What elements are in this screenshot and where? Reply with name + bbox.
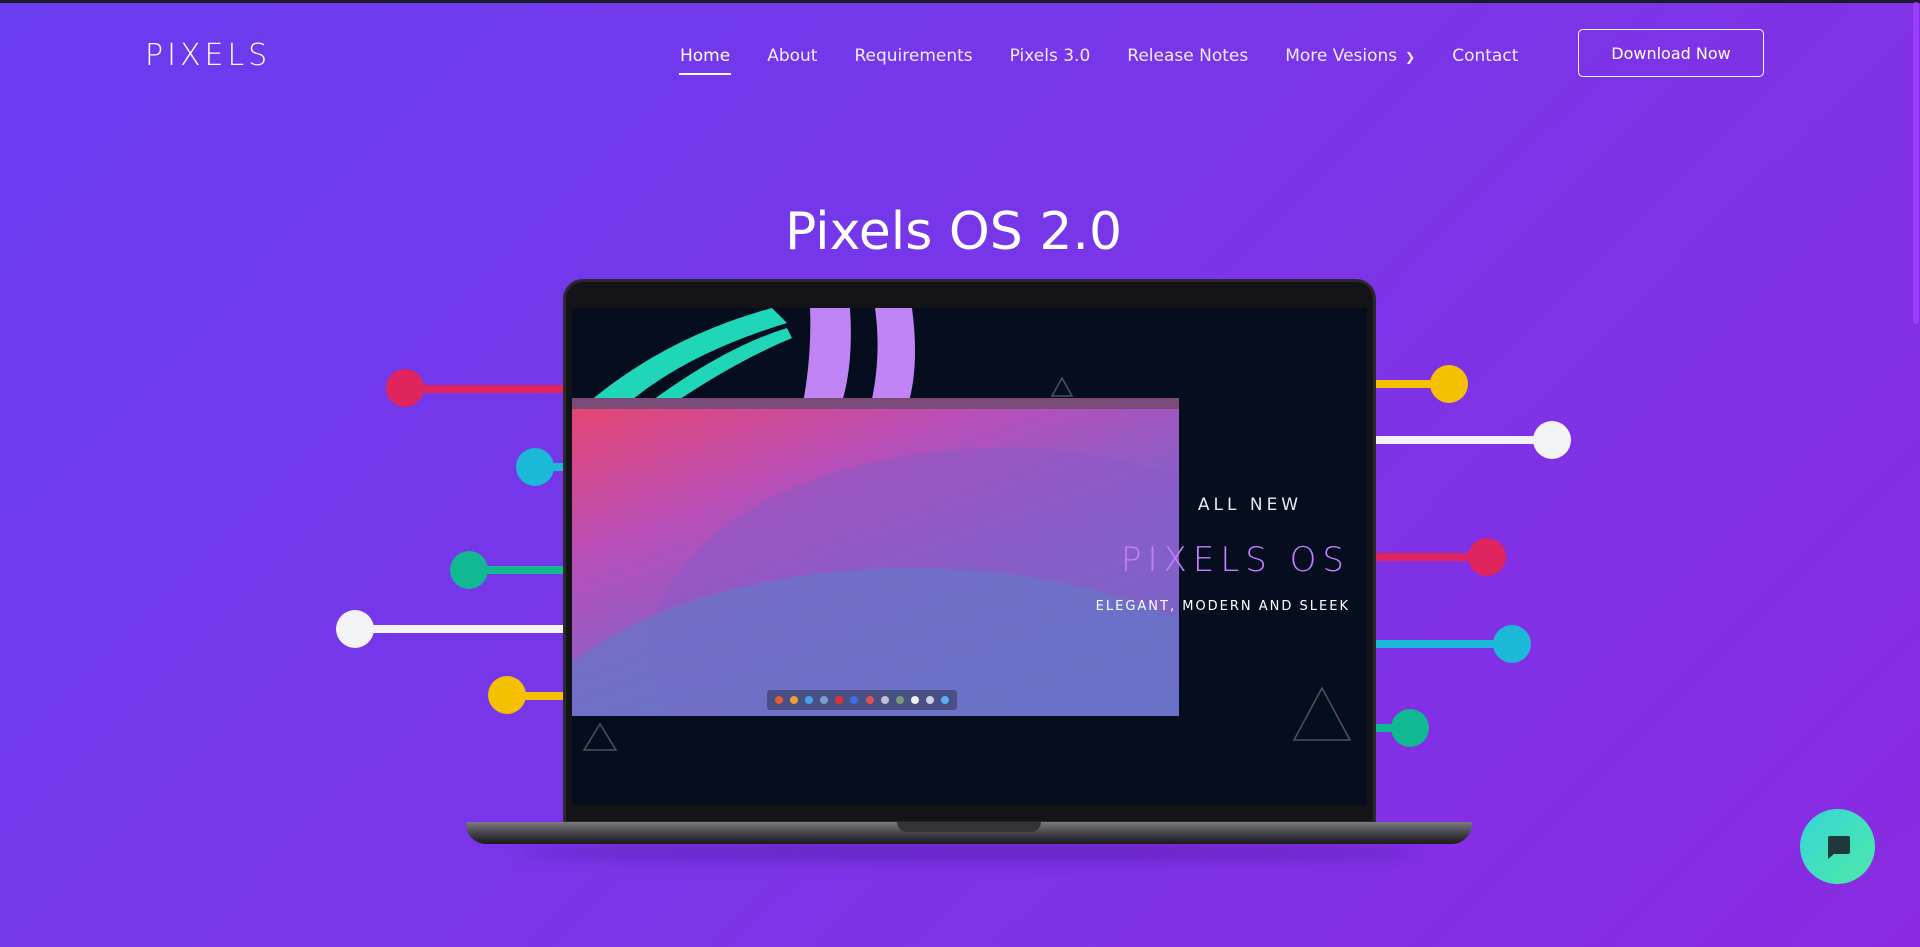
download-now-button[interactable]: Download Now [1578, 29, 1764, 77]
deco-line-pink-left [406, 385, 566, 393]
nav-contact[interactable]: Contact [1452, 46, 1518, 66]
deco-dot-pink-right [1468, 538, 1506, 576]
deco-dot-white-left [336, 610, 374, 648]
dock-app-icon [789, 696, 798, 704]
dock-app-icon [804, 696, 813, 704]
nav-pixels-3[interactable]: Pixels 3.0 [1010, 46, 1091, 66]
nav-release-notes[interactable]: Release Notes [1127, 46, 1248, 66]
deco-line-white-right [1373, 436, 1543, 444]
dock-app-icon [910, 696, 919, 704]
deco-dot-yellow-right [1430, 365, 1468, 403]
main-nav: Home About Requirements Pixels 3.0 Relea… [678, 46, 1555, 75]
page-scrollbar[interactable] [1910, 0, 1920, 947]
screen-product-name: PIXELS OS [1121, 540, 1350, 580]
desktop-top-bar [572, 398, 1179, 409]
dock-app-icon [835, 696, 844, 704]
nav-about[interactable]: About [767, 46, 817, 66]
dock-app-icon [865, 696, 874, 704]
deco-dot-cyan-right [1493, 625, 1531, 663]
dock-app-icon [774, 696, 783, 704]
nav-more-versions-label: More Vesions [1285, 46, 1398, 66]
deco-dot-white-right [1533, 421, 1571, 459]
deco-dot-yellow-left [488, 676, 526, 714]
dock-app-icon [850, 696, 859, 704]
deco-dot-pink-left [386, 369, 424, 407]
screen-all-new: ALL NEW [1197, 495, 1303, 515]
chat-button[interactable] [1800, 809, 1875, 884]
nav-requirements[interactable]: Requirements [854, 46, 972, 66]
site-logo[interactable]: PIXELS [145, 38, 271, 73]
laptop-shadow [520, 844, 1420, 862]
deco-line-cyan-right [1373, 640, 1503, 648]
screen-tagline: ELEGANT, MODERN AND SLEEK [1095, 599, 1350, 614]
deco-dot-green-left [450, 551, 488, 589]
deco-line-white-left [356, 625, 566, 633]
dock-app-icon [895, 696, 904, 704]
deco-dot-green-right [1391, 709, 1429, 747]
laptop-screen: ALL NEW PIXELS OS ELEGANT, MODERN AND SL… [572, 308, 1367, 805]
dock-app-icon [926, 696, 935, 704]
nav-home[interactable]: Home [678, 46, 732, 75]
chevron-down-icon: ❯ [1405, 50, 1416, 64]
dock-app-icon [880, 696, 889, 704]
laptop-notch [897, 822, 1041, 832]
hero-title: Pixels OS 2.0 [784, 202, 1123, 262]
deco-line-pink-right [1373, 553, 1483, 561]
scrollbar-thumb[interactable] [1913, 2, 1919, 324]
chat-bubble-icon [1827, 835, 1850, 859]
top-border [0, 0, 1920, 3]
deco-dot-cyan-left [516, 448, 554, 486]
dock-app-icon [941, 696, 950, 704]
dock-app-icon [820, 696, 829, 704]
desktop-dock [767, 690, 957, 710]
nav-more-versions[interactable]: More Vesions ❯ [1285, 46, 1415, 66]
